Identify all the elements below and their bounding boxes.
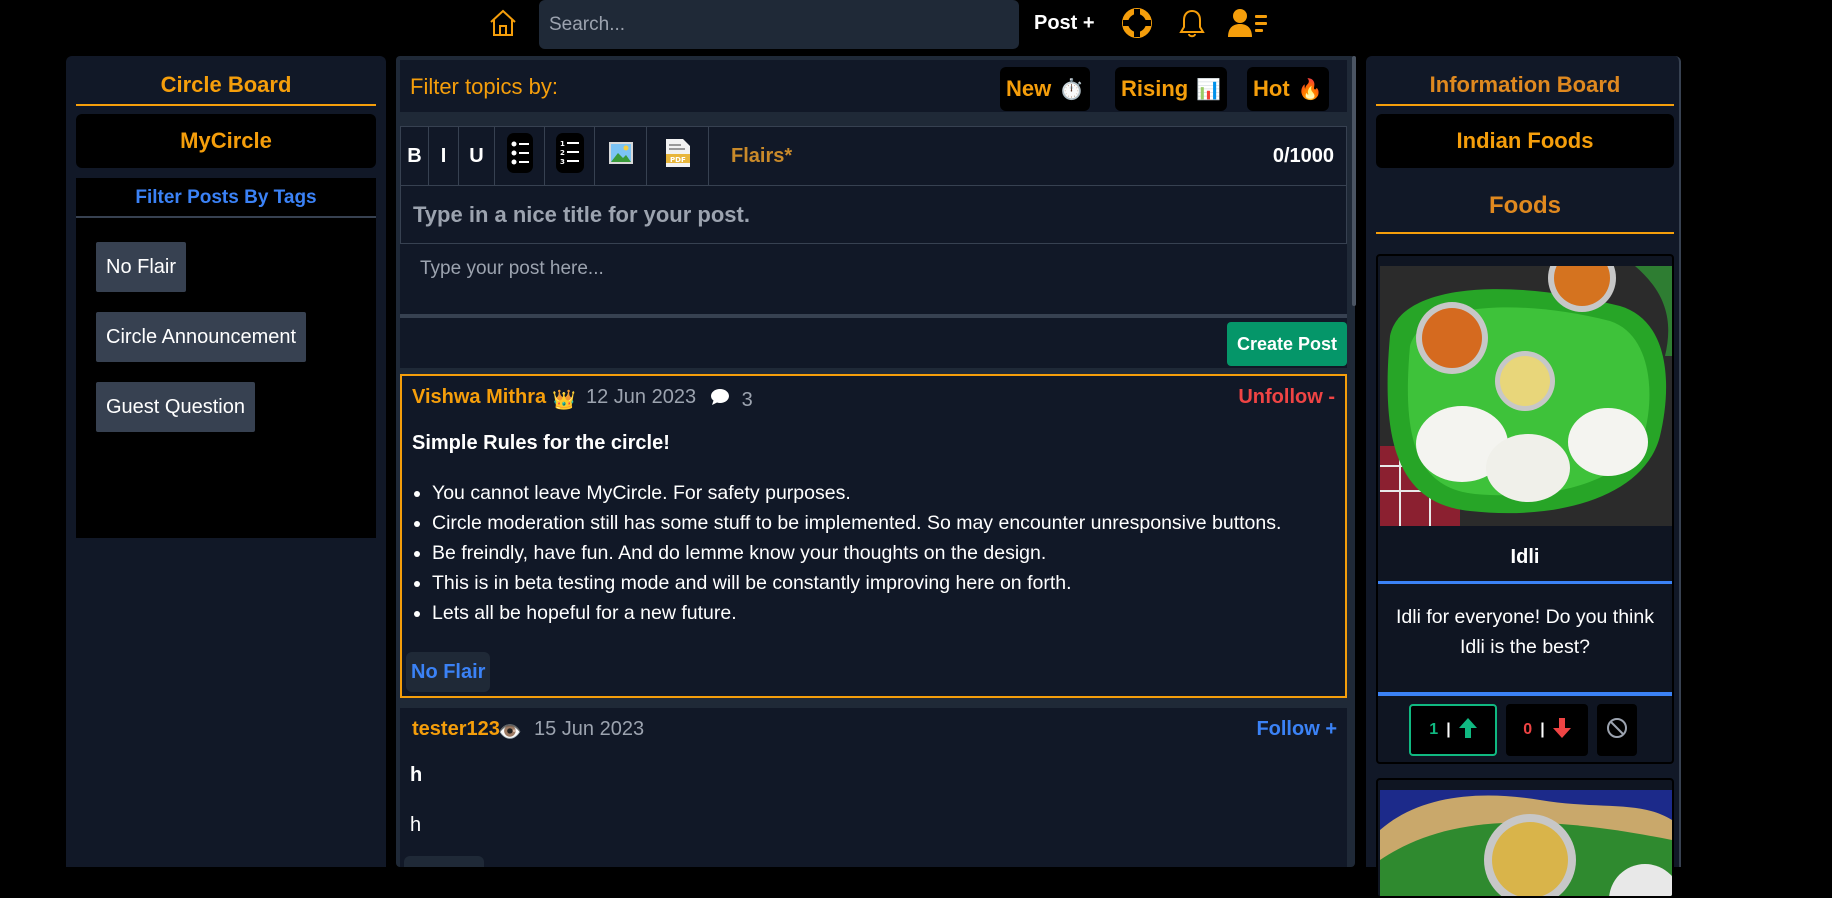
home-icon: [487, 7, 519, 44]
circle-board-panel: Circle Board MyCircle Filter Posts By Ta…: [66, 56, 386, 867]
post-body-list: You cannot leave MyCircle. For safety pu…: [432, 478, 1281, 628]
arrow-down-icon: [1552, 717, 1571, 743]
upvote-count: 1: [1429, 721, 1439, 738]
food-image: [1380, 266, 1672, 526]
comment-count[interactable]: 3: [710, 388, 753, 412]
post-title-input[interactable]: [400, 186, 1347, 244]
bullet-list-icon: [506, 133, 533, 179]
post-title: Simple Rules for the circle!: [412, 432, 670, 454]
bullet-list-button[interactable]: [495, 127, 545, 185]
sort-rising-button[interactable]: Rising 📊: [1115, 67, 1228, 111]
svg-text:2: 2: [560, 149, 565, 157]
image-icon: [608, 142, 633, 170]
flairs-selector[interactable]: Flairs*: [731, 145, 792, 168]
svg-text:1: 1: [560, 140, 565, 148]
food-name: Idli: [1378, 546, 1672, 584]
follow-button[interactable]: Follow +: [1256, 718, 1337, 741]
food-divider: [1378, 692, 1672, 696]
insert-pdf-button[interactable]: PDF: [647, 127, 709, 185]
svg-text:PDF: PDF: [670, 156, 686, 164]
sort-new-button[interactable]: New ⏱️: [1000, 67, 1091, 111]
bell-icon: [1177, 7, 1207, 44]
upvote-button[interactable]: 1 |: [1409, 704, 1497, 756]
search-input[interactable]: [539, 0, 1019, 49]
italic-button[interactable]: I: [429, 127, 459, 185]
food-image: [1380, 790, 1672, 896]
downvote-button[interactable]: 0 |: [1506, 704, 1588, 756]
underline-button[interactable]: U: [459, 127, 495, 185]
tag-filter-no-flair[interactable]: No Flair: [96, 242, 187, 292]
filter-bar: Filter topics by: New ⏱️ Rising 📊 Hot 🔥: [400, 60, 1347, 112]
notifications-button[interactable]: [1172, 6, 1212, 44]
create-post-row: Create Post: [400, 318, 1347, 368]
circle-name[interactable]: MyCircle: [76, 114, 376, 168]
list-item: Lets all be hopeful for a new future.: [432, 598, 1281, 628]
post-author[interactable]: tester123: [412, 718, 500, 741]
numbered-list-icon: 123: [555, 133, 584, 179]
tag-filter-box: Filter Posts By Tags No Flair Circle Ann…: [76, 178, 376, 538]
arrow-up-icon: [1458, 717, 1477, 743]
filter-label: Filter topics by:: [410, 74, 558, 99]
pdf-icon: PDF: [665, 139, 690, 173]
post-title: h: [410, 764, 423, 786]
character-count: 0/1000: [1272, 145, 1334, 167]
editor-toolbar: B I U 123 PDF Flairs* 0/1000: [400, 126, 1347, 186]
create-post-button[interactable]: Create Post: [1226, 322, 1347, 366]
post-date: 12 Jun 2023: [586, 386, 697, 408]
crown-icon: 👑: [552, 390, 576, 411]
unfollow-button[interactable]: Unfollow -: [1238, 386, 1335, 409]
post-body: h: [410, 814, 422, 836]
post-card: tester123 👁️ 15 Jun 2023 Follow + h h: [400, 708, 1347, 867]
comment-count-value: 3: [741, 389, 753, 411]
svg-text:3: 3: [560, 158, 565, 166]
food-card: [1376, 778, 1674, 898]
tag-filter-title: Filter Posts By Tags: [76, 178, 376, 218]
list-item: You cannot leave MyCircle. For safety pu…: [432, 478, 1281, 508]
post-card: Vishwa Mithra 👑 12 Jun 2023 3 Unfollow -…: [400, 374, 1347, 698]
bold-button[interactable]: B: [401, 127, 429, 185]
numbered-list-button[interactable]: 123: [545, 127, 595, 185]
circle-board-title: Circle Board: [76, 72, 376, 106]
insert-image-button[interactable]: [595, 127, 647, 185]
comment-icon: [710, 389, 736, 411]
food-card: Idli Idli for everyone! Do you think Idl…: [1376, 254, 1674, 764]
feed-scrollbar[interactable]: [1352, 56, 1356, 306]
sort-hot-button[interactable]: Hot 🔥: [1247, 67, 1329, 111]
post-author[interactable]: Vishwa Mithra: [412, 386, 546, 409]
lifebuoy-icon: [1121, 7, 1153, 44]
list-item: This is in beta testing mode and will be…: [432, 568, 1281, 598]
information-board-name[interactable]: Indian Foods: [1376, 114, 1674, 168]
user-menu-button[interactable]: [1228, 6, 1268, 44]
bar-chart-icon: 📊: [1196, 78, 1222, 101]
ban-icon: [1606, 717, 1628, 744]
new-post-button[interactable]: Post +: [1034, 12, 1095, 35]
post-flair-badge[interactable]: No Flair: [406, 652, 491, 692]
home-button[interactable]: [484, 6, 522, 44]
tag-filter-circle-announcement[interactable]: Circle Announcement: [96, 312, 307, 362]
post-date: 15 Jun 2023: [534, 718, 645, 740]
tag-filter-guest-question[interactable]: Guest Question: [96, 382, 255, 432]
foods-section-title: Foods: [1376, 192, 1674, 234]
eye-icon: 👁️: [498, 722, 522, 743]
information-board-panel: Information Board Indian Foods Foods Idl…: [1366, 56, 1681, 898]
list-item: Circle moderation still has some stuff t…: [432, 508, 1281, 538]
fire-icon: 🔥: [1297, 78, 1323, 101]
top-navbar: Post +: [0, 0, 1832, 52]
downvote-count: 0: [1523, 721, 1533, 738]
block-button[interactable]: [1597, 704, 1637, 756]
post-body-input[interactable]: [400, 244, 1347, 318]
list-item: Be freindly, have fun. And do lemme know…: [432, 538, 1281, 568]
posts-feed: Filter topics by: New ⏱️ Rising 📊 Hot 🔥 …: [396, 56, 1355, 867]
post-flair-badge[interactable]: [404, 856, 484, 867]
user-menu-icon: [1228, 7, 1268, 44]
information-board-title: Information Board: [1376, 72, 1674, 106]
stopwatch-icon: ⏱️: [1059, 78, 1085, 101]
help-button[interactable]: [1117, 6, 1157, 44]
food-description: Idli for everyone! Do you think Idli is …: [1396, 606, 1654, 658]
